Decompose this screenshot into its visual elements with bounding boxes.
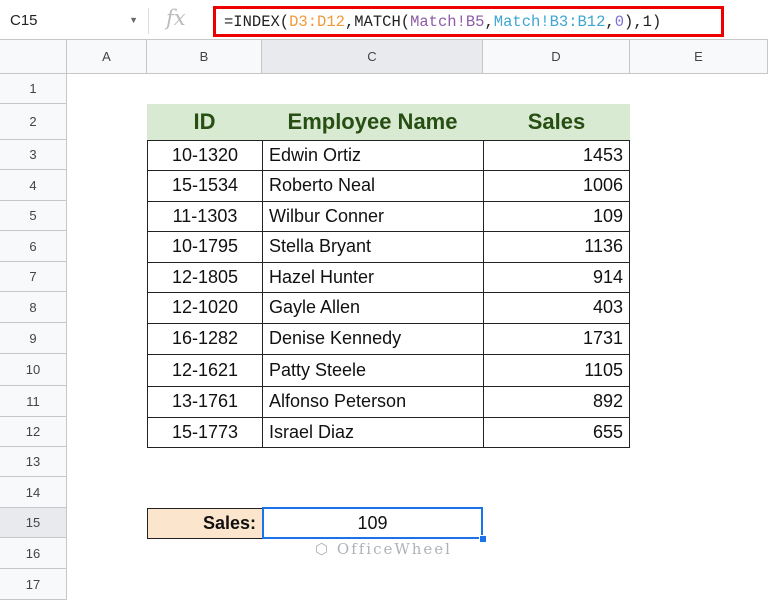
formula-token: Match!B3:B12: [493, 13, 606, 31]
row-header-5[interactable]: 5: [0, 201, 67, 231]
row-header-10[interactable]: 10: [0, 354, 67, 386]
formula-token: ),1): [624, 13, 662, 31]
table-cell[interactable]: 10-1320: [147, 140, 263, 171]
row-header-12[interactable]: 12: [0, 417, 67, 447]
table-cell[interactable]: 403: [483, 292, 630, 324]
table-cell[interactable]: 1731: [483, 323, 630, 355]
table-cell[interactable]: 15-1534: [147, 170, 263, 202]
table-cell[interactable]: 892: [483, 386, 630, 418]
row-header-9[interactable]: 9: [0, 323, 67, 354]
table-cell[interactable]: 1105: [483, 354, 630, 387]
column-header-C[interactable]: C: [262, 40, 483, 74]
divider: [148, 8, 149, 34]
table-cell[interactable]: Patty Steele: [262, 354, 484, 387]
table-cell[interactable]: 109: [483, 201, 630, 232]
table-cell[interactable]: 12-1805: [147, 262, 263, 293]
row-header-13[interactable]: 13: [0, 447, 67, 477]
table-cell[interactable]: 12-1020: [147, 292, 263, 324]
table-cell[interactable]: 12-1621: [147, 354, 263, 387]
formula-input[interactable]: =INDEX(D3:D12,MATCH(Match!B5,Match!B3:B1…: [213, 6, 724, 37]
table-cell[interactable]: 1136: [483, 231, 630, 263]
table-cell[interactable]: Edwin Ortiz: [262, 140, 484, 171]
table-cell[interactable]: Hazel Hunter: [262, 262, 484, 293]
name-box-value: C15: [10, 12, 38, 29]
fx-icon: fx: [166, 6, 186, 30]
column-header-D[interactable]: D: [483, 40, 630, 74]
table-cell[interactable]: 16-1282: [147, 323, 263, 355]
column-header-A[interactable]: A: [67, 40, 147, 74]
column-header-E[interactable]: E: [630, 40, 768, 74]
row-header-15[interactable]: 15: [0, 508, 67, 538]
name-box[interactable]: C15 ▼: [0, 6, 146, 36]
table-cell[interactable]: Stella Bryant: [262, 231, 484, 263]
row-header-16[interactable]: 16: [0, 538, 67, 569]
fill-handle[interactable]: [479, 535, 487, 543]
formula-token: Match!B5: [410, 13, 485, 31]
table-cell[interactable]: 11-1303: [147, 201, 263, 232]
table-cell[interactable]: Denise Kennedy: [262, 323, 484, 355]
watermark-logo: ⬡ OfficeWheel: [315, 540, 452, 558]
formula-bar: C15 ▼ fx =INDEX(D3:D12,MATCH(Match!B5,Mat…: [0, 0, 768, 40]
table-cell[interactable]: 13-1761: [147, 386, 263, 418]
formula-token: 0: [614, 13, 625, 31]
table-cell[interactable]: Israel Diaz: [262, 417, 484, 448]
formula-token: D3:D12: [289, 13, 345, 31]
table-header-employee-name[interactable]: Employee Name: [262, 104, 483, 140]
column-header-B[interactable]: B: [147, 40, 262, 74]
corner-cell[interactable]: [0, 40, 67, 74]
formula-token: =INDEX(: [224, 13, 290, 31]
table-cell[interactable]: 914: [483, 262, 630, 293]
row-header-11[interactable]: 11: [0, 386, 67, 417]
formula-token: ,MATCH(: [344, 13, 411, 31]
table-cell[interactable]: 1006: [483, 170, 630, 202]
result-value-cell[interactable]: 109: [262, 507, 483, 539]
row-header-3[interactable]: 3: [0, 140, 67, 170]
row-header-8[interactable]: 8: [0, 292, 67, 323]
table-cell[interactable]: 10-1795: [147, 231, 263, 263]
watermark-text: OfficeWheel: [336, 540, 452, 558]
formula-token: ,: [605, 13, 615, 31]
row-header-4[interactable]: 4: [0, 170, 67, 201]
table-header-id[interactable]: ID: [147, 104, 262, 140]
row-header-17[interactable]: 17: [0, 569, 67, 600]
table-cell[interactable]: 655: [483, 417, 630, 448]
row-header-6[interactable]: 6: [0, 231, 67, 262]
row-header-14[interactable]: 14: [0, 477, 67, 508]
row-header-1[interactable]: 1: [0, 74, 67, 104]
result-label[interactable]: Sales:: [147, 508, 263, 539]
row-header-7[interactable]: 7: [0, 262, 67, 292]
table-cell[interactable]: Gayle Allen: [262, 292, 484, 324]
table-header-sales[interactable]: Sales: [483, 104, 630, 140]
chevron-down-icon[interactable]: ▼: [129, 15, 138, 25]
row-header-2[interactable]: 2: [0, 104, 67, 140]
table-cell[interactable]: Alfonso Peterson: [262, 386, 484, 418]
table-cell[interactable]: Wilbur Conner: [262, 201, 484, 232]
table-cell[interactable]: 15-1773: [147, 417, 263, 448]
table-cell[interactable]: 1453: [483, 140, 630, 171]
formula-token: ,: [484, 13, 494, 31]
table-cell[interactable]: Roberto Neal: [262, 170, 484, 202]
